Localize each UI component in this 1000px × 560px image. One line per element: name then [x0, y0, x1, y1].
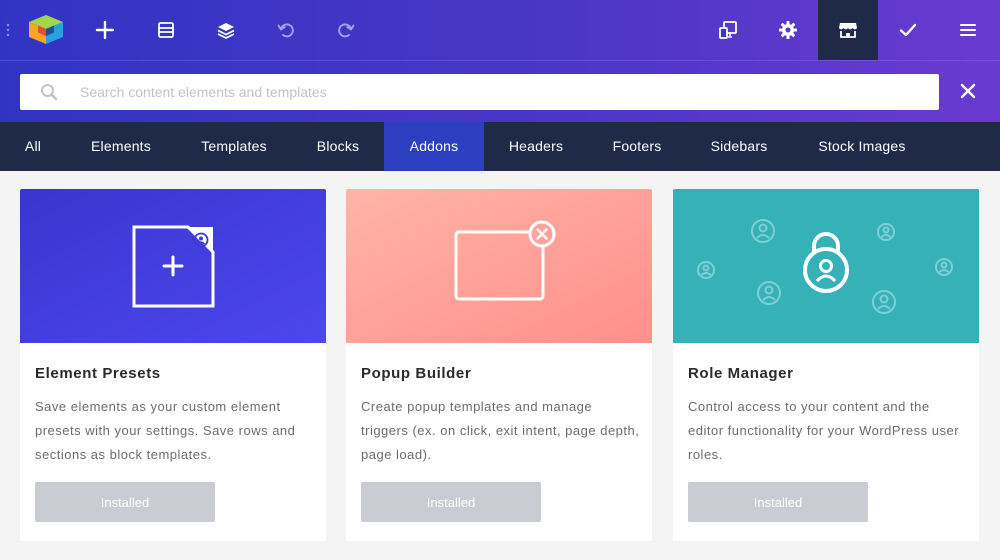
tab-sidebars[interactable]: Sidebars [686, 122, 792, 171]
layout-icon [158, 22, 174, 38]
responsive-icon [719, 21, 737, 39]
redo-button[interactable] [316, 0, 376, 60]
addon-card-element-presets: Element Presets Save elements as your cu… [20, 189, 326, 541]
addon-card-image [346, 189, 652, 343]
addon-card-popup-builder: Popup Builder Create popup templates and… [346, 189, 652, 541]
card-title: Element Presets [35, 365, 161, 382]
tab-stock-images[interactable]: Stock Images [792, 122, 932, 171]
undo-button[interactable] [256, 0, 316, 60]
redo-icon [338, 23, 355, 38]
tab-footers[interactable]: Footers [588, 122, 686, 171]
close-panel-button[interactable] [950, 73, 986, 109]
tab-addons[interactable]: Addons [384, 122, 484, 171]
plus-icon [95, 20, 115, 40]
gear-icon [779, 21, 797, 39]
layers-icon [217, 23, 235, 39]
hub-store-icon [839, 23, 857, 38]
tab-blocks[interactable]: Blocks [292, 122, 384, 171]
responsive-view-button[interactable] [698, 0, 758, 60]
search-bar [0, 60, 1000, 122]
addon-card-role-manager: Role Manager Control access to your cont… [673, 189, 979, 541]
search-box [20, 74, 939, 110]
card-description: Create popup templates and manage trigge… [361, 399, 640, 462]
check-icon [899, 23, 917, 37]
addon-card-image [673, 189, 979, 343]
settings-button[interactable] [758, 0, 818, 60]
element-preset-icon [20, 189, 326, 343]
role-lock-icon [673, 189, 979, 343]
card-title: Popup Builder [361, 365, 472, 382]
installed-button[interactable]: Installed [361, 482, 541, 522]
addon-card-image [20, 189, 326, 343]
popup-window-icon [346, 189, 652, 343]
undo-icon [277, 23, 294, 38]
tab-templates[interactable]: Templates [176, 122, 292, 171]
installed-button[interactable]: Installed [35, 482, 215, 522]
card-description: Control access to your content and the e… [688, 399, 960, 462]
add-element-button[interactable] [75, 0, 135, 60]
card-title: Role Manager [688, 365, 794, 382]
menu-icon [960, 24, 976, 36]
publish-button[interactable] [878, 0, 938, 60]
tab-headers[interactable]: Headers [484, 122, 588, 171]
category-tabs: All Elements Templates Blocks Addons Hea… [0, 122, 1000, 171]
hub-button[interactable] [818, 0, 878, 60]
menu-button[interactable] [938, 0, 998, 60]
logo-icon[interactable] [25, 13, 67, 45]
drag-handle-icon[interactable] [5, 23, 11, 37]
tab-all[interactable]: All [0, 122, 66, 171]
close-icon [960, 83, 976, 99]
search-input[interactable] [80, 74, 920, 110]
tab-elements[interactable]: Elements [66, 122, 176, 171]
installed-button[interactable]: Installed [688, 482, 868, 522]
card-description: Save elements as your custom element pre… [35, 399, 296, 462]
editor-header [0, 0, 1000, 122]
add-template-button[interactable] [136, 0, 196, 60]
navbar [0, 0, 1000, 60]
search-icon [41, 84, 58, 101]
tree-view-button[interactable] [196, 0, 256, 60]
